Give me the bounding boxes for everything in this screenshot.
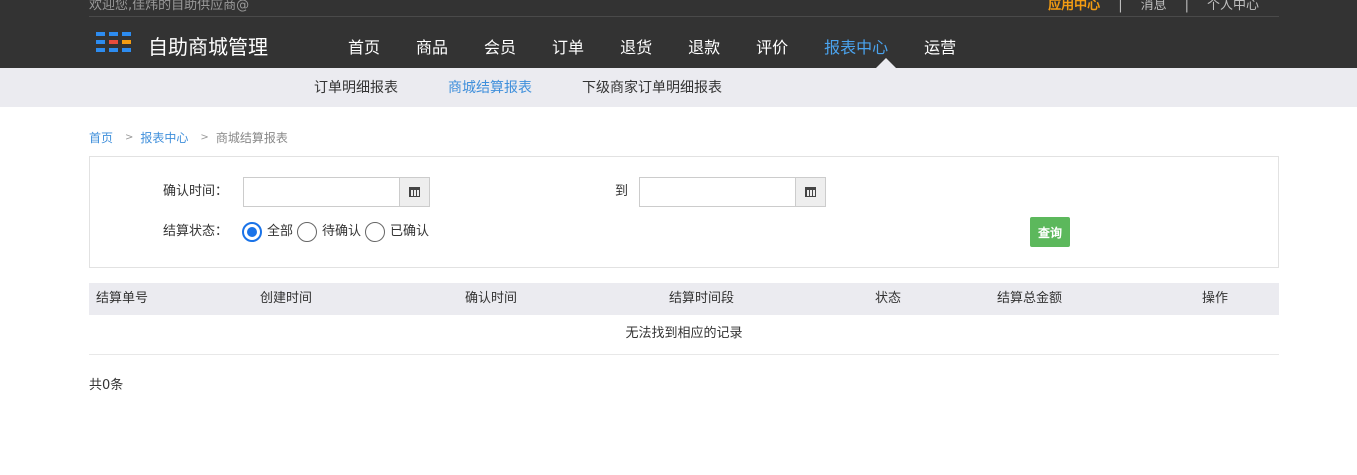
filter-panel (89, 156, 1279, 268)
messages-link[interactable]: 消息 (1141, 0, 1167, 15)
divider: | (1118, 0, 1123, 13)
end-date-calendar-button[interactable] (795, 178, 825, 206)
column-header-created-time[interactable]: 创建时间 (260, 290, 312, 308)
calendar-icon (805, 187, 816, 197)
welcome-text: 欢迎您,佳炜的自助供应商@ (89, 0, 250, 13)
start-date-input[interactable] (243, 177, 430, 207)
column-header-status[interactable]: 状态 (875, 290, 901, 308)
start-date-calendar-button[interactable] (399, 178, 429, 206)
breadcrumb-home[interactable]: 首页 (89, 130, 113, 146)
subnav-settlement-report[interactable]: 商城结算报表 (448, 79, 532, 97)
sub-nav: 订单明细报表 商城结算报表 下级商家订单明细报表 (314, 79, 772, 97)
header-divider (89, 16, 1279, 17)
table-empty-message: 无法找到相应的记录 (89, 315, 1279, 355)
column-header-confirm-time[interactable]: 确认时间 (465, 290, 517, 308)
profile-link[interactable]: 个人中心 (1207, 0, 1259, 15)
nav-item-reports[interactable]: 报表中心 (806, 36, 906, 60)
brand-title: 自助商城管理 (148, 35, 268, 59)
radio-status-all[interactable] (242, 222, 262, 242)
column-header-settlement-period[interactable]: 结算时间段 (669, 290, 734, 308)
nav-item-reviews[interactable]: 评价 (738, 36, 806, 60)
radio-label-all: 全部 (267, 224, 294, 239)
breadcrumb-separator: > (125, 132, 134, 143)
radio-label-confirmed: 已确认 (390, 224, 430, 239)
main-nav: 首页 商品 会员 订单 退货 退款 评价 报表中心 运营 (330, 36, 974, 60)
divider: | (1184, 0, 1189, 13)
nav-item-operations[interactable]: 运营 (906, 36, 974, 60)
subnav-order-detail-report[interactable]: 订单明细报表 (314, 79, 398, 97)
column-header-actions: 操作 (1202, 291, 1229, 306)
query-button[interactable]: 查询 (1030, 217, 1070, 247)
subnav-sub-merchant-report[interactable]: 下级商家订单明细报表 (582, 79, 722, 97)
nav-item-products[interactable]: 商品 (398, 36, 466, 60)
radio-label-pending: 待确认 (322, 224, 362, 239)
nav-item-returns[interactable]: 退货 (602, 36, 670, 60)
active-nav-caret (876, 58, 896, 68)
status-label: 结算状态： (163, 224, 229, 239)
radio-status-confirmed[interactable] (365, 222, 386, 242)
status-radio-group: 全部 待确认 已确认 (242, 222, 431, 242)
top-links: 应用中心 | 消息 | 个人中心 (1048, 0, 1259, 15)
nav-item-members[interactable]: 会员 (466, 36, 534, 60)
total-count: 共0条 (89, 378, 124, 393)
nav-item-refunds[interactable]: 退款 (670, 36, 738, 60)
breadcrumb-current: 商城结算报表 (215, 131, 288, 145)
nav-item-home[interactable]: 首页 (330, 36, 398, 60)
breadcrumb-reports[interactable]: 报表中心 (140, 130, 188, 146)
calendar-icon (409, 187, 420, 197)
confirm-time-label: 确认时间： (163, 184, 229, 199)
grid-logo-icon (96, 32, 134, 54)
radio-status-pending[interactable] (297, 222, 318, 242)
app-center-link[interactable]: 应用中心 (1048, 0, 1100, 15)
breadcrumb: 首页 > 报表中心 > 商城结算报表 (89, 130, 288, 146)
end-date-input[interactable] (639, 177, 826, 207)
nav-item-orders[interactable]: 订单 (534, 36, 602, 60)
to-label: 到 (615, 184, 629, 199)
column-header-settlement-no[interactable]: 结算单号 (96, 290, 148, 308)
breadcrumb-separator: > (200, 132, 209, 143)
column-header-total-amount[interactable]: 结算总金额 (997, 290, 1062, 308)
